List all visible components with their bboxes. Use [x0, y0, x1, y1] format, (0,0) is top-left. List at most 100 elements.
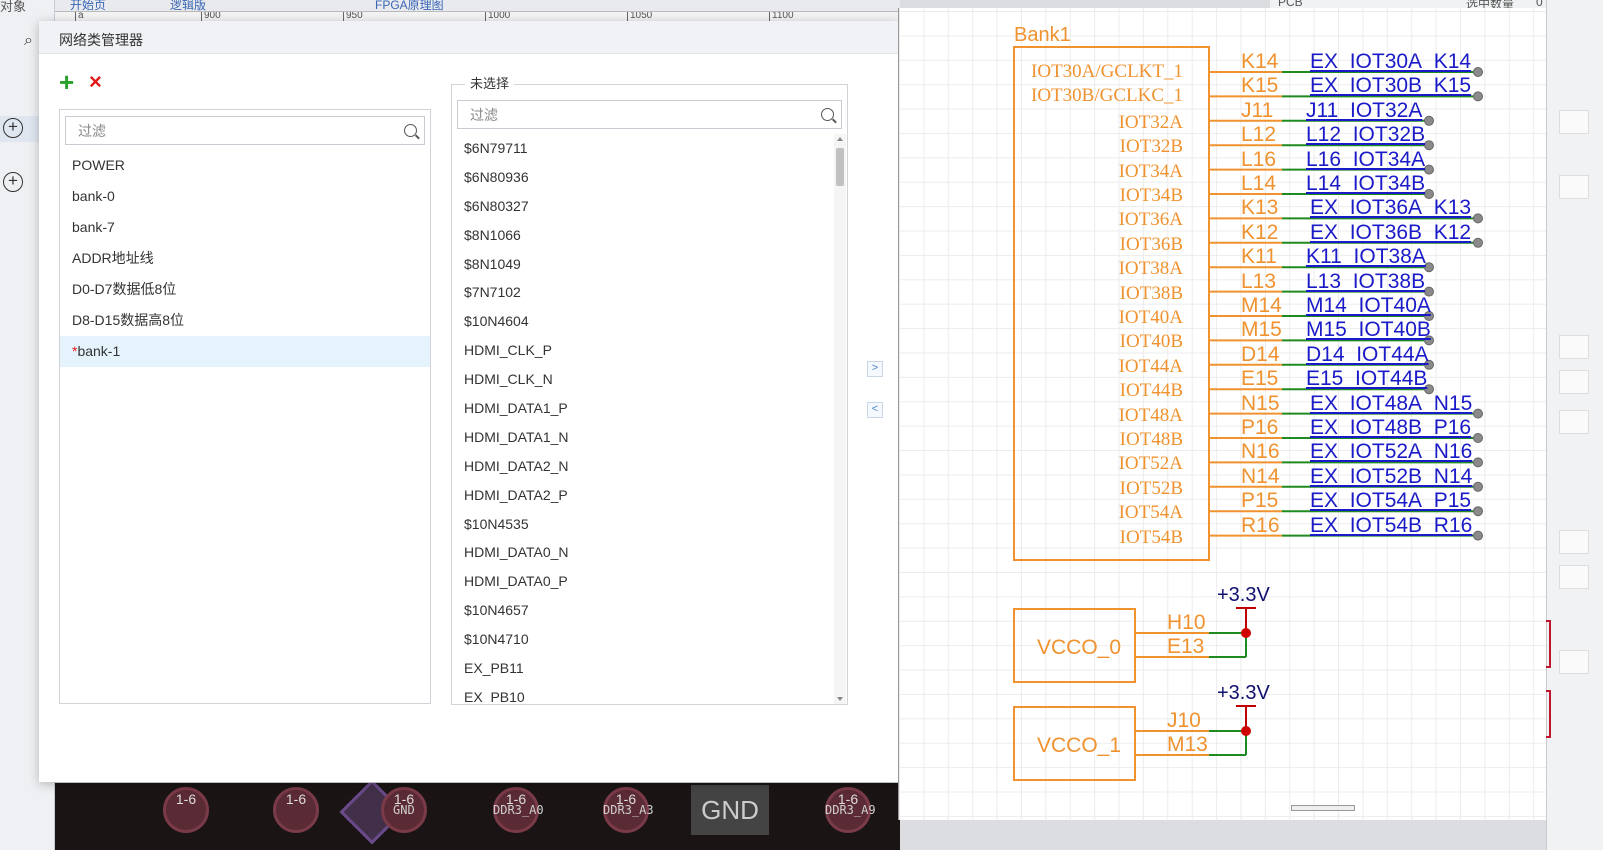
net-item[interactable]: EX_PB10	[452, 683, 834, 704]
search-icon[interactable]	[404, 124, 417, 137]
net-label: EX_IOT36B_K12	[1310, 220, 1472, 244]
search-icon[interactable]: ⌕	[24, 32, 33, 50]
dialog-header[interactable]: 网络类管理器	[39, 21, 900, 54]
pcb-gnd-pad: GND	[691, 785, 769, 835]
net-filter-input[interactable]	[458, 101, 841, 128]
pin-number-label: K12	[1241, 220, 1279, 244]
net-item[interactable]: EX_PB11	[452, 654, 834, 683]
property-field[interactable]	[1559, 370, 1589, 394]
net-label: EX_IOT54B_R16	[1310, 513, 1473, 537]
property-field[interactable]	[1559, 335, 1589, 359]
net-item[interactable]: $10N4657	[452, 596, 834, 625]
pin-number-label: N15	[1241, 391, 1280, 415]
net-item[interactable]: $7N7102	[452, 278, 834, 307]
tab-start-page[interactable]: 开始页	[70, 0, 106, 11]
net-label: D14_IOT44A	[1306, 342, 1429, 366]
scrollbar-thumb[interactable]	[836, 148, 844, 186]
pcb-net-label: DDR3_A9	[825, 803, 876, 817]
tab-fpga-schematic[interactable]: FPGA原理图	[375, 0, 444, 11]
net-class-item[interactable]: bank-0	[60, 181, 430, 212]
net-item[interactable]: HDMI_DATA1_N	[452, 423, 834, 452]
pcb-net-label: DDR3_A3	[603, 803, 654, 817]
pin-number-label: K11	[1241, 245, 1277, 269]
net-class-label: D0-D7数据低8位	[72, 281, 177, 297]
pin-number-label: E13	[1167, 635, 1205, 658]
net-endpoint	[1473, 481, 1483, 492]
net-label: M14_IOT40A	[1306, 294, 1431, 317]
pcb-net-label: DDR3_A0	[493, 803, 544, 817]
net-item[interactable]: $8N1066	[452, 221, 834, 250]
add-net-class-button[interactable]: +	[59, 69, 77, 95]
property-field[interactable]	[1559, 110, 1589, 134]
net-class-item[interactable]: bank-7	[60, 212, 430, 243]
net-item[interactable]: HDMI_DATA0_P	[452, 567, 834, 596]
net-label: L14_IOT34B	[1306, 172, 1426, 195]
ruler-tick: 1050	[627, 12, 652, 21]
net-endpoint	[1424, 115, 1434, 126]
property-field[interactable]	[1559, 650, 1589, 674]
net-label: EX_IOT36A_K13	[1310, 196, 1472, 220]
unselected-nets-label: 未选择	[465, 76, 515, 92]
move-right-button[interactable]: >	[867, 361, 883, 377]
ruler-tick: a	[75, 12, 84, 21]
net-class-panel: POWER bank-0 bank-7 ADDR地址线 D0-D7数据低8位 D8-D15…	[59, 109, 431, 704]
net-class-label: ADDR地址线	[72, 250, 154, 266]
pcb-canvas[interactable]: 1-6 1-6 1-6 1-6 1-6 GND 1-6 GND DDR3_A0 …	[55, 783, 900, 850]
property-field[interactable]	[1559, 565, 1589, 589]
pin-name-label: IOT30A/GCLKT_1	[1031, 61, 1183, 82]
bank-title: Bank1	[1014, 24, 1071, 46]
scroll-up-icon[interactable]	[837, 137, 843, 141]
move-left-button[interactable]: <	[867, 402, 883, 418]
expand-plus-icon[interactable]: +	[3, 172, 23, 192]
net-label: EX_IOT48A_N15	[1310, 391, 1473, 415]
net-item[interactable]: $6N79711	[452, 134, 834, 163]
pin-name-label: IOT30B/GCLKC_1	[1031, 85, 1183, 107]
property-field[interactable]	[1559, 175, 1589, 199]
net-class-item[interactable]: POWER	[60, 150, 430, 181]
net-item[interactable]: HDMI_DATA1_P	[452, 394, 834, 423]
net-item[interactable]: $10N4604	[452, 307, 834, 336]
net-item[interactable]: HDMI_DATA0_N	[452, 538, 834, 567]
properties-panel	[1539, 0, 1603, 850]
schematic-preview[interactable]: Bank1 IOT30A/GCLKT_1 K14 EX_IOT30A_K14 IOT3…	[898, 8, 1546, 820]
junction-dot	[1241, 628, 1251, 638]
property-field[interactable]	[1559, 410, 1589, 434]
pin-number-label: K14	[1241, 50, 1279, 73]
net-class-item[interactable]: D0-D7数据低8位	[60, 274, 430, 305]
net-item[interactable]: $6N80936	[452, 163, 834, 192]
pin-number-label: J10	[1167, 709, 1201, 732]
schematic-scrollbar[interactable]	[1291, 805, 1355, 811]
tab-logic-board[interactable]: 逻辑版	[170, 0, 206, 11]
net-class-label: D8-D15数据高8位	[72, 312, 185, 328]
search-icon[interactable]	[821, 108, 834, 121]
net-item[interactable]: HDMI_DATA2_N	[452, 452, 834, 481]
net-class-label: bank-7	[72, 219, 115, 235]
net-label: EX_IOT30A_K14	[1310, 50, 1472, 73]
net-class-item[interactable]: ADDR地址线	[60, 243, 430, 274]
net-label: L16_IOT34A	[1306, 147, 1426, 171]
document-tab-bar: 开始页 逻辑版 FPGA原理图	[55, 0, 900, 12]
net-item[interactable]: $10N4710	[452, 625, 834, 654]
scroll-down-icon[interactable]	[837, 697, 843, 701]
pin-name-label: IOT52A	[1118, 453, 1183, 475]
net-label: L12_IOT32B	[1306, 123, 1426, 147]
pin-number-label: K13	[1241, 196, 1279, 220]
net-item[interactable]: $10N4535	[452, 510, 834, 539]
pin-name-label: IOT34B	[1119, 185, 1183, 206]
delete-net-class-button[interactable]: ×	[89, 71, 107, 93]
pin-number-label: L13	[1241, 269, 1277, 293]
property-field[interactable]	[1559, 530, 1589, 554]
net-item[interactable]: $6N80327	[452, 192, 834, 221]
net-item[interactable]: $8N1049	[452, 250, 834, 279]
net-item[interactable]: HDMI_CLK_N	[452, 365, 834, 394]
net-class-item[interactable]: *bank-1	[60, 336, 430, 367]
net-class-item[interactable]: D8-D15数据高8位	[60, 305, 430, 336]
class-filter-input[interactable]	[66, 117, 424, 144]
net-endpoint	[1473, 91, 1483, 102]
net-item[interactable]: HDMI_CLK_P	[452, 336, 834, 365]
expand-plus-icon[interactable]: +	[3, 118, 23, 138]
pin-number-label: P15	[1241, 489, 1279, 513]
power-net-label: +3.3V	[1217, 584, 1270, 606]
net-item[interactable]: HDMI_DATA2_P	[452, 481, 834, 510]
net-list-scrollbar[interactable]	[834, 134, 846, 704]
